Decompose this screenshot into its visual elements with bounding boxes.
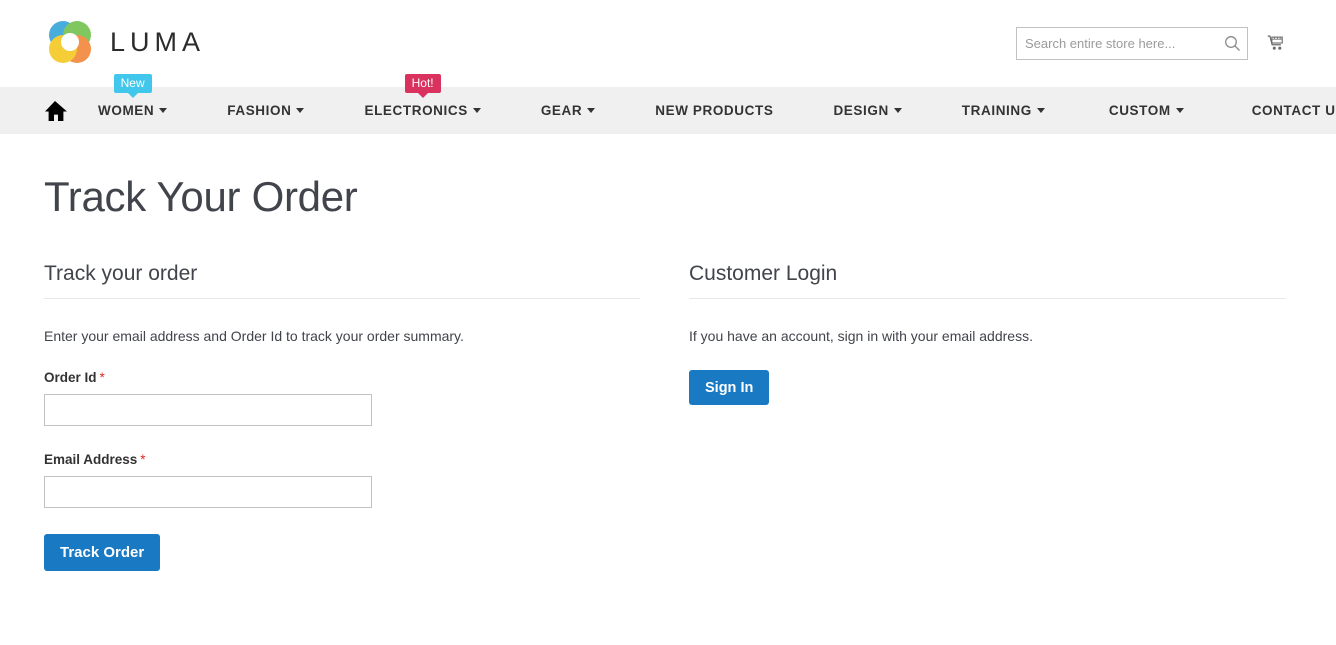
nav-item-gear[interactable]: GEAR [525, 87, 611, 134]
order-id-input[interactable] [44, 394, 372, 426]
chevron-down-icon [1176, 108, 1184, 113]
track-order-description: Enter your email address and Order Id to… [44, 328, 640, 344]
track-order-heading: Track your order [44, 262, 640, 286]
customer-login-description: If you have an account, sign in with you… [689, 328, 1286, 344]
section-divider [689, 298, 1286, 299]
customer-login-section: Customer Login If you have an account, s… [689, 262, 1286, 571]
chevron-down-icon [587, 108, 595, 113]
track-order-button[interactable]: Track Order [44, 534, 160, 571]
nav-item-label: GEAR [541, 103, 582, 118]
nav-item-women[interactable]: New WOMEN [82, 87, 183, 134]
shopping-cart-icon[interactable] [1261, 28, 1291, 58]
track-order-section: Track your order Enter your email addres… [44, 262, 640, 571]
nav-item-custom[interactable]: CUSTOM [1093, 87, 1200, 134]
customer-login-heading: Customer Login [689, 262, 1286, 286]
chevron-down-icon [473, 108, 481, 113]
nav-item-label: CONTACT US [1252, 103, 1336, 118]
nav-items-right: CUSTOM CONTACT US [1075, 87, 1336, 134]
nav-item-label: TRAINING [962, 103, 1032, 118]
badge-hot: Hot! [405, 74, 441, 93]
chevron-down-icon [894, 108, 902, 113]
badge-new: New [114, 74, 152, 93]
luma-ring-logo-icon [44, 16, 96, 68]
nav-items: New WOMEN FASHION Hot! ELECTRONICS GEAR … [68, 87, 1075, 134]
nav-item-label: ELECTRONICS [364, 103, 467, 118]
search-box[interactable] [1016, 27, 1248, 60]
order-id-label-text: Order Id [44, 370, 97, 385]
nav-item-design[interactable]: DESIGN [817, 87, 917, 134]
sign-in-button[interactable]: Sign In [689, 370, 769, 405]
home-icon[interactable] [42, 87, 68, 134]
nav-item-electronics[interactable]: Hot! ELECTRONICS [348, 87, 496, 134]
nav-item-label: NEW PRODUCTS [655, 103, 773, 118]
main-content: Track Your Order Track your order Enter … [0, 173, 1336, 571]
nav-item-training[interactable]: TRAINING [946, 87, 1061, 134]
required-marker: * [100, 370, 105, 385]
required-marker: * [140, 452, 145, 467]
nav-item-label: CUSTOM [1109, 103, 1171, 118]
logo-link[interactable]: LUMA [44, 16, 205, 68]
order-id-label: Order Id* [44, 370, 640, 385]
nav-item-label: WOMEN [98, 103, 154, 118]
nav-item-label: FASHION [227, 103, 291, 118]
email-address-input[interactable] [44, 476, 372, 508]
logo-text: LUMA [110, 27, 205, 58]
column-spacer [640, 262, 689, 571]
nav-item-label: DESIGN [833, 103, 888, 118]
chevron-down-icon [1037, 108, 1045, 113]
content-columns: Track your order Enter your email addres… [44, 262, 1292, 571]
nav-item-fashion[interactable]: FASHION [211, 87, 320, 134]
nav-item-contact-us[interactable]: CONTACT US [1236, 87, 1336, 134]
page-title: Track Your Order [44, 173, 1292, 221]
chevron-down-icon [159, 108, 167, 113]
email-address-label-text: Email Address [44, 452, 137, 467]
site-header: LUMA [0, 0, 1336, 87]
search-input[interactable] [1017, 28, 1217, 59]
main-navigation: New WOMEN FASHION Hot! ELECTRONICS GEAR … [0, 87, 1336, 134]
section-divider [44, 298, 640, 299]
search-icon[interactable] [1217, 28, 1247, 59]
email-address-label: Email Address* [44, 452, 640, 467]
nav-item-new-products[interactable]: NEW PRODUCTS [639, 87, 789, 134]
chevron-down-icon [296, 108, 304, 113]
